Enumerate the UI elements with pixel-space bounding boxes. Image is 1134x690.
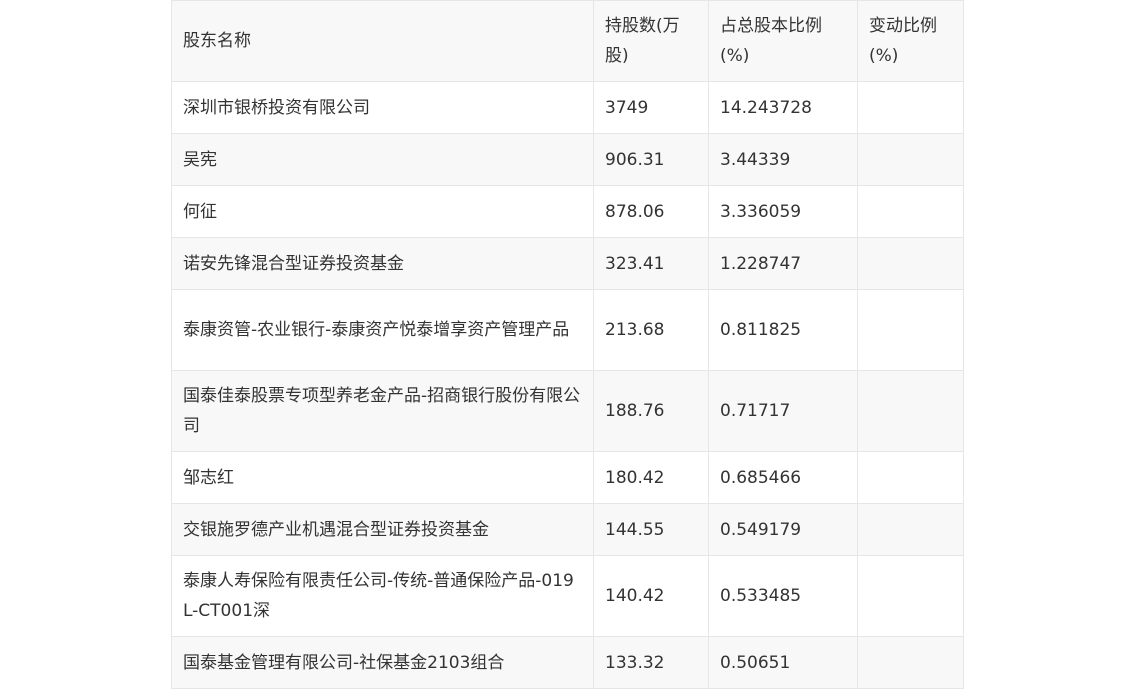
table-row: 诺安先锋混合型证券投资基金 323.41 1.228747 — [171, 237, 964, 290]
cell-shareholder-name: 泰康人寿保险有限责任公司-传统-普通保险产品-019L-CT001深 — [171, 555, 594, 637]
cell-ratio: 0.811825 — [708, 289, 858, 371]
cell-change — [857, 636, 964, 689]
cell-change — [857, 81, 964, 134]
cell-change — [857, 237, 964, 290]
table-row: 泰康人寿保险有限责任公司-传统-普通保险产品-019L-CT001深 140.4… — [171, 555, 964, 637]
cell-ratio: 3.336059 — [708, 185, 858, 238]
cell-shareholder-name: 邹志红 — [171, 451, 594, 504]
shareholder-table-container: 股东名称 持股数(万股) 占总股本比例(%) 变动比例(%) 深圳市银桥投资有限… — [171, 0, 964, 689]
cell-change — [857, 289, 964, 371]
table-row: 何征 878.06 3.336059 — [171, 185, 964, 238]
cell-shares: 140.42 — [593, 555, 709, 637]
cell-shareholder-name: 深圳市银桥投资有限公司 — [171, 81, 594, 134]
cell-change — [857, 555, 964, 637]
cell-ratio: 14.243728 — [708, 81, 858, 134]
table-header-row: 股东名称 持股数(万股) 占总股本比例(%) 变动比例(%) — [171, 0, 964, 82]
cell-shares: 906.31 — [593, 133, 709, 186]
cell-shares: 3749 — [593, 81, 709, 134]
cell-shares: 323.41 — [593, 237, 709, 290]
cell-change — [857, 133, 964, 186]
cell-shareholder-name: 国泰基金管理有限公司-社保基金2103组合 — [171, 636, 594, 689]
cell-ratio: 0.71717 — [708, 370, 858, 452]
cell-ratio: 0.549179 — [708, 503, 858, 556]
cell-ratio: 3.44339 — [708, 133, 858, 186]
cell-ratio: 0.685466 — [708, 451, 858, 504]
cell-shares: 180.42 — [593, 451, 709, 504]
cell-change — [857, 451, 964, 504]
cell-ratio: 0.50651 — [708, 636, 858, 689]
table-row: 交银施罗德产业机遇混合型证券投资基金 144.55 0.549179 — [171, 503, 964, 556]
cell-shareholder-name: 何征 — [171, 185, 594, 238]
header-shares: 持股数(万股) — [593, 0, 709, 82]
cell-shareholder-name: 交银施罗德产业机遇混合型证券投资基金 — [171, 503, 594, 556]
cell-change — [857, 185, 964, 238]
table-row: 邹志红 180.42 0.685466 — [171, 451, 964, 504]
header-shareholder-name: 股东名称 — [171, 0, 594, 82]
cell-ratio: 0.533485 — [708, 555, 858, 637]
header-change: 变动比例(%) — [857, 0, 964, 82]
header-ratio: 占总股本比例(%) — [708, 0, 858, 82]
cell-shareholder-name: 国泰佳泰股票专项型养老金产品-招商银行股份有限公司 — [171, 370, 594, 452]
cell-shares: 133.32 — [593, 636, 709, 689]
cell-shareholder-name: 诺安先锋混合型证券投资基金 — [171, 237, 594, 290]
table-row: 吴宪 906.31 3.44339 — [171, 133, 964, 186]
cell-shares: 144.55 — [593, 503, 709, 556]
cell-shares: 213.68 — [593, 289, 709, 371]
cell-ratio: 1.228747 — [708, 237, 858, 290]
cell-shares: 188.76 — [593, 370, 709, 452]
cell-shareholder-name: 吴宪 — [171, 133, 594, 186]
table-row: 国泰基金管理有限公司-社保基金2103组合 133.32 0.50651 — [171, 636, 964, 689]
table-row: 泰康资管-农业银行-泰康资产悦泰增享资产管理产品 213.68 0.811825 — [171, 289, 964, 371]
shareholder-table: 股东名称 持股数(万股) 占总股本比例(%) 变动比例(%) 深圳市银桥投资有限… — [171, 0, 964, 689]
cell-change — [857, 503, 964, 556]
cell-change — [857, 370, 964, 452]
cell-shareholder-name: 泰康资管-农业银行-泰康资产悦泰增享资产管理产品 — [171, 289, 594, 371]
cell-shares: 878.06 — [593, 185, 709, 238]
table-row: 国泰佳泰股票专项型养老金产品-招商银行股份有限公司 188.76 0.71717 — [171, 370, 964, 452]
table-row: 深圳市银桥投资有限公司 3749 14.243728 — [171, 81, 964, 134]
